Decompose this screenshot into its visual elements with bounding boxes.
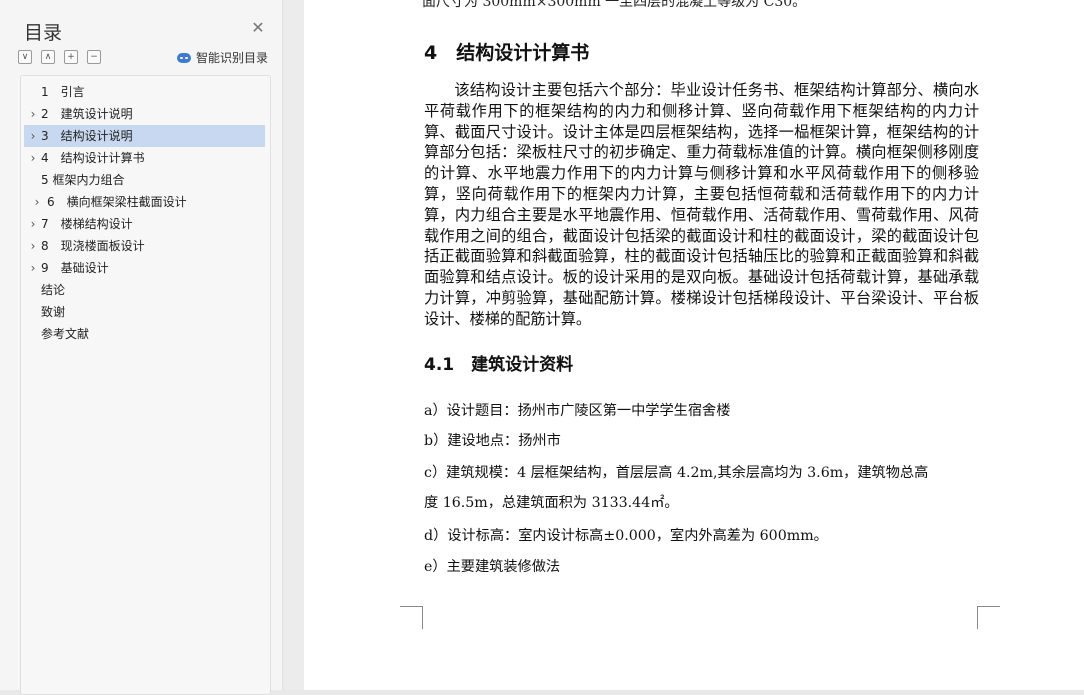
toc-item-label: 8 现浇楼面板设计 bbox=[41, 239, 145, 253]
toc-item-label: 5 框架内力组合 bbox=[41, 173, 125, 187]
toc-item-intro[interactable]: 1 引言 bbox=[24, 81, 265, 103]
chevron-right-icon[interactable]: › bbox=[28, 147, 38, 169]
toc-item-references[interactable]: 参考文献 bbox=[24, 323, 265, 345]
toc-toolbar: ∨ ∧ + − bbox=[18, 50, 101, 64]
toc-item-label: 2 建筑设计说明 bbox=[41, 107, 133, 121]
chapter-heading: 4 结构设计计算书 bbox=[424, 42, 590, 64]
chevron-right-icon[interactable]: › bbox=[28, 213, 38, 235]
page-corner-mark bbox=[400, 606, 423, 629]
toc-item-section-design[interactable]: › 6 横向框架梁柱截面设计 bbox=[24, 191, 265, 213]
toc-item-conclusion[interactable]: 结论 bbox=[24, 279, 265, 301]
sidebar-title: 目录 bbox=[24, 22, 63, 44]
toc-item-label: 参考文献 bbox=[41, 327, 90, 341]
chevron-right-icon[interactable]: › bbox=[28, 125, 38, 147]
chevron-right-icon[interactable]: › bbox=[32, 191, 42, 213]
document-page[interactable]: 面尺寸为 300mm×300mm 一至四层的混凝土等级为 C30。 4 结构设计… bbox=[304, 0, 1084, 690]
list-item: a）设计题目：扬州市广陵区第一中学学生宿舍楼 bbox=[424, 403, 731, 419]
close-icon[interactable]: ✕ bbox=[250, 20, 266, 36]
toc-item-thanks[interactable]: 致谢 bbox=[24, 301, 265, 323]
add-heading-button[interactable]: + bbox=[64, 50, 78, 64]
toc-item-stairs[interactable]: › 7 楼梯结构设计 bbox=[24, 213, 265, 235]
toc-item-slab[interactable]: › 8 现浇楼面板设计 bbox=[24, 235, 265, 257]
toc-sidebar: 目录 ✕ ∨ ∧ + − 智能识别目录 1 引言 › 2 建筑设计说明 › 3 … bbox=[0, 0, 283, 695]
list-item: d）设计标高：室内设计标高±0.000，室内外高差为 600mm。 bbox=[424, 528, 828, 544]
list-item: 度 16.5m，总建筑面积为 3133.44㎡。 bbox=[424, 495, 679, 511]
toc-item-label: 1 引言 bbox=[41, 85, 85, 99]
toc-item-foundation[interactable]: › 9 基础设计 bbox=[24, 257, 265, 279]
page-gutter bbox=[284, 0, 304, 690]
ai-robot-icon bbox=[177, 52, 191, 63]
chevron-right-icon[interactable]: › bbox=[28, 235, 38, 257]
expand-all-button[interactable]: ∧ bbox=[41, 50, 55, 64]
section-heading: 4.1 建筑设计资料 bbox=[424, 355, 574, 375]
chevron-right-icon[interactable]: › bbox=[28, 257, 38, 279]
toc-item-label: 4 结构设计计算书 bbox=[41, 151, 145, 165]
smart-toc-label: 智能识别目录 bbox=[196, 51, 269, 65]
collapse-all-button[interactable]: ∨ bbox=[18, 50, 32, 64]
list-item: c）建筑规模：4 层框架结构，首层层高 4.2m,其余层高均为 3.6m，建筑物… bbox=[424, 465, 929, 481]
toc-item-label: 致谢 bbox=[41, 305, 66, 319]
toc-item-label: 3 结构设计说明 bbox=[41, 129, 133, 143]
toc-item-structure-selected[interactable]: › 3 结构设计说明 bbox=[24, 125, 265, 147]
toc-item-architecture[interactable]: › 2 建筑设计说明 bbox=[24, 103, 265, 125]
body-paragraph: 该结构设计主要包括六个部分：毕业设计任务书、框架结构计算部分、横向水平荷载作用下… bbox=[424, 81, 979, 328]
cut-off-text-line: 面尺寸为 300mm×300mm 一至四层的混凝土等级为 C30。 bbox=[422, 0, 807, 10]
toc-item-label: 7 楼梯结构设计 bbox=[41, 217, 133, 231]
page-corner-mark bbox=[977, 606, 1000, 629]
smart-toc-button[interactable]: 智能识别目录 bbox=[177, 49, 268, 66]
remove-heading-button[interactable]: − bbox=[87, 50, 101, 64]
list-item: b）建设地点：扬州市 bbox=[424, 433, 561, 449]
chevron-right-icon[interactable]: › bbox=[28, 103, 38, 125]
toc-item-force-combo[interactable]: 5 框架内力组合 bbox=[24, 169, 265, 191]
toc-list: 1 引言 › 2 建筑设计说明 › 3 结构设计说明 › 4 结构设计计算书 5… bbox=[20, 75, 271, 695]
toc-item-label: 6 横向框架梁柱截面设计 bbox=[47, 195, 187, 209]
list-item: e）主要建筑装修做法 bbox=[424, 559, 561, 575]
toc-item-calc-book[interactable]: › 4 结构设计计算书 bbox=[24, 147, 265, 169]
toc-item-label: 结论 bbox=[41, 283, 66, 297]
toc-item-label: 9 基础设计 bbox=[41, 261, 109, 275]
